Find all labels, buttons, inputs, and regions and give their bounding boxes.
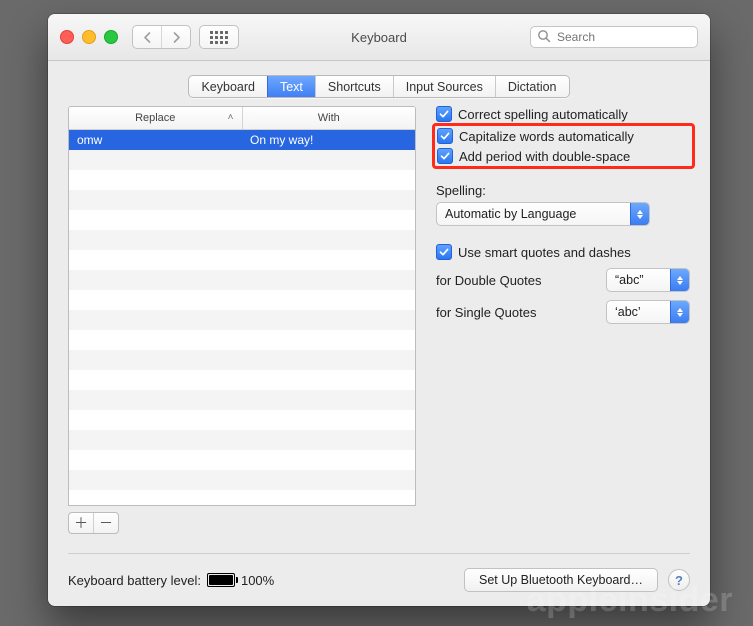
- spelling-select[interactable]: Automatic by Language: [436, 202, 650, 226]
- double-quotes-row: for Double Quotes “abc”: [436, 268, 690, 292]
- table-row-empty[interactable]: [69, 290, 415, 310]
- zoom-window-button[interactable]: [104, 30, 118, 44]
- help-button[interactable]: ?: [668, 569, 690, 591]
- table-body: omwOn my way!: [69, 130, 415, 506]
- select-stepper-icon: [670, 269, 689, 291]
- window-controls: [60, 30, 118, 44]
- table-row-empty[interactable]: [69, 310, 415, 330]
- tab-keyboard[interactable]: Keyboard: [189, 76, 267, 97]
- nav-back-forward: [132, 25, 191, 49]
- tab-bar: KeyboardTextShortcutsInput SourcesDictat…: [48, 75, 710, 98]
- table-row-empty[interactable]: [69, 470, 415, 490]
- search-input[interactable]: [530, 26, 698, 48]
- grid-icon: [210, 31, 228, 44]
- select-stepper-icon: [670, 301, 689, 323]
- content-area: Replace ˄ With omwOn my way! ＋ －: [68, 106, 690, 534]
- battery-percent: 100%: [241, 573, 274, 588]
- add-remove-control: ＋ －: [68, 512, 119, 534]
- button-label: Set Up Bluetooth Keyboard…: [479, 573, 643, 587]
- table-header: Replace ˄ With: [69, 107, 415, 130]
- cell-with: On my way!: [242, 130, 415, 150]
- show-all-button[interactable]: [199, 25, 239, 49]
- tab-dictation[interactable]: Dictation: [495, 76, 569, 97]
- table-row-empty[interactable]: [69, 150, 415, 170]
- checkbox-checked-icon: [436, 106, 452, 122]
- table-row-empty[interactable]: [69, 190, 415, 210]
- table-row-empty[interactable]: [69, 270, 415, 290]
- checkbox-label: Add period with double-space: [459, 149, 630, 164]
- spelling-label: Spelling:: [436, 183, 690, 198]
- footer: Keyboard battery level: 100% Set Up Blue…: [68, 553, 690, 592]
- table-row-empty[interactable]: [69, 210, 415, 230]
- correct-spelling-row[interactable]: Correct spelling automatically: [436, 106, 690, 122]
- cell-replace: omw: [69, 130, 242, 150]
- search-field-wrap: [530, 26, 698, 48]
- minimize-window-button[interactable]: [82, 30, 96, 44]
- table-row-empty[interactable]: [69, 350, 415, 370]
- table-row-empty[interactable]: [69, 430, 415, 450]
- add-period-row[interactable]: Add period with double-space: [437, 148, 688, 164]
- replacements-panel: Replace ˄ With omwOn my way! ＋ －: [68, 106, 416, 534]
- preferences-window: Keyboard KeyboardTextShortcutsInput Sour…: [48, 14, 710, 606]
- select-value: ‘abc’: [607, 305, 670, 319]
- tab-input-sources[interactable]: Input Sources: [393, 76, 495, 97]
- column-header-with[interactable]: With: [243, 107, 416, 129]
- table-row-empty[interactable]: [69, 250, 415, 270]
- single-quotes-row: for Single Quotes ‘abc’: [436, 300, 690, 324]
- tab-shortcuts[interactable]: Shortcuts: [315, 76, 393, 97]
- remove-button[interactable]: －: [93, 513, 118, 533]
- checkbox-label: Correct spelling automatically: [458, 107, 628, 122]
- checkbox-checked-icon: [437, 148, 453, 164]
- close-window-button[interactable]: [60, 30, 74, 44]
- highlight-annotation: Capitalize words automatically Add perio…: [432, 123, 695, 169]
- table-row[interactable]: omwOn my way!: [69, 130, 415, 150]
- double-quotes-select[interactable]: “abc”: [606, 268, 690, 292]
- battery-icon: [207, 573, 235, 587]
- checkbox-checked-icon: [437, 128, 453, 144]
- bluetooth-setup-button[interactable]: Set Up Bluetooth Keyboard…: [464, 568, 658, 592]
- select-value: Automatic by Language: [437, 207, 630, 221]
- column-header-replace[interactable]: Replace ˄: [69, 107, 243, 129]
- table-row-empty[interactable]: [69, 450, 415, 470]
- double-quotes-label: for Double Quotes: [436, 273, 542, 288]
- options-panel: Correct spelling automatically Capitaliz…: [436, 106, 690, 534]
- select-stepper-icon: [630, 203, 649, 225]
- table-row-empty[interactable]: [69, 370, 415, 390]
- forward-button[interactable]: [161, 26, 190, 48]
- add-button[interactable]: ＋: [69, 513, 93, 533]
- battery-status: Keyboard battery level: 100%: [68, 573, 274, 588]
- battery-label: Keyboard battery level:: [68, 573, 201, 588]
- replacements-table[interactable]: Replace ˄ With omwOn my way!: [68, 106, 416, 506]
- smart-quotes-row[interactable]: Use smart quotes and dashes: [436, 244, 690, 260]
- sort-indicator-icon: ˄: [228, 112, 234, 123]
- tab-text[interactable]: Text: [267, 76, 315, 97]
- table-row-empty[interactable]: [69, 390, 415, 410]
- single-quotes-label: for Single Quotes: [436, 305, 536, 320]
- column-header-label: With: [318, 112, 340, 124]
- select-value: “abc”: [607, 273, 670, 287]
- table-row-empty[interactable]: [69, 330, 415, 350]
- table-row-empty[interactable]: [69, 170, 415, 190]
- capitalize-row[interactable]: Capitalize words automatically: [437, 128, 688, 144]
- checkbox-checked-icon: [436, 244, 452, 260]
- single-quotes-select[interactable]: ‘abc’: [606, 300, 690, 324]
- checkbox-label: Capitalize words automatically: [459, 129, 634, 144]
- back-button[interactable]: [133, 26, 161, 48]
- table-row-empty[interactable]: [69, 230, 415, 250]
- column-header-label: Replace: [135, 112, 175, 124]
- checkbox-label: Use smart quotes and dashes: [458, 245, 631, 260]
- search-icon: [537, 29, 551, 46]
- titlebar: Keyboard: [48, 14, 710, 61]
- table-row-empty[interactable]: [69, 410, 415, 430]
